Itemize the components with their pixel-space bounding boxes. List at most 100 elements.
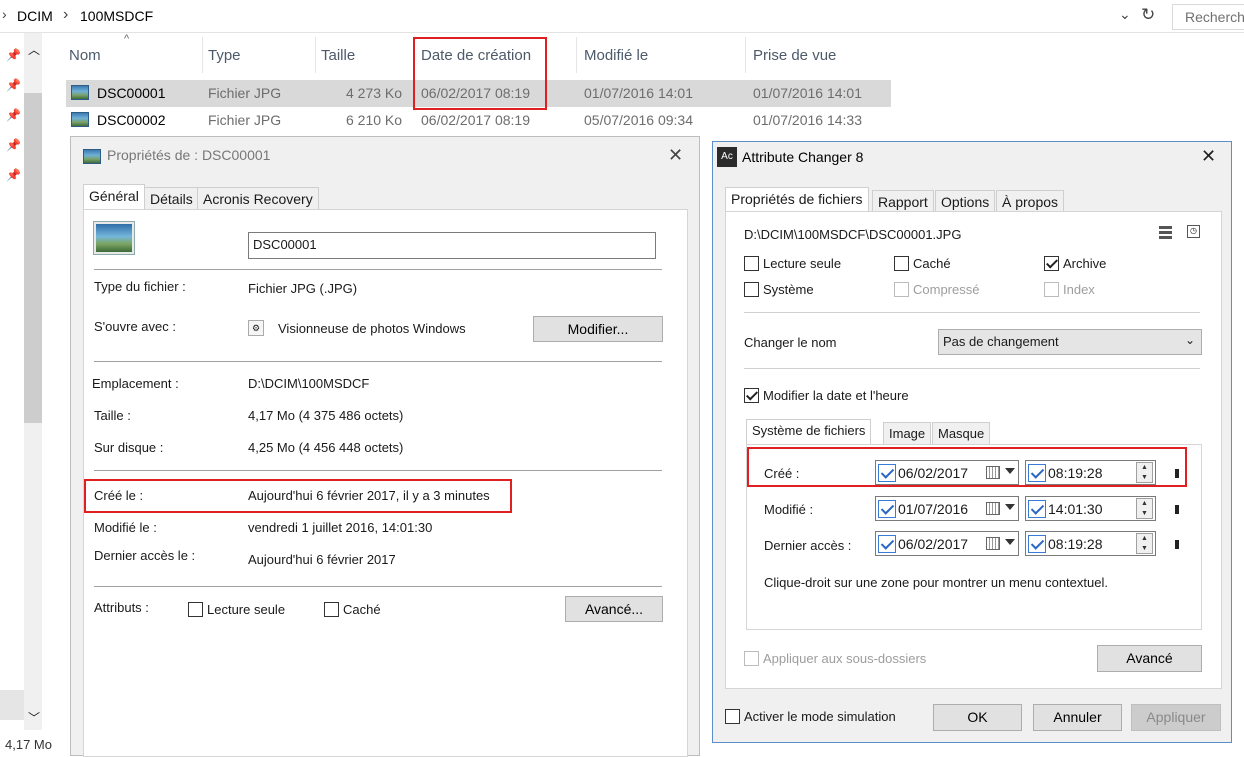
sort-up-icon: ^ — [124, 33, 130, 45]
divider — [94, 361, 662, 362]
window-title: Attribute Changer 8 — [742, 149, 864, 165]
search-input[interactable]: Recherch — [1172, 4, 1244, 30]
checkmark-icon[interactable] — [878, 500, 896, 518]
readonly-checkbox[interactable] — [188, 602, 203, 617]
tab-file-properties[interactable]: Propriétés de fichiers — [725, 187, 869, 212]
column-name[interactable]: Nom — [69, 47, 101, 64]
pin-icon[interactable]: 📌 — [6, 48, 21, 62]
rename-label: Changer le nom — [744, 335, 837, 350]
advanced-button[interactable]: Avancé — [1097, 645, 1202, 672]
column-divider[interactable] — [315, 37, 316, 73]
scroll-down-icon[interactable]: ﹀ — [28, 709, 40, 726]
window-title: Propriétés de : DSC00001 — [107, 147, 271, 163]
apply-subfolders-label: Appliquer aux sous-dossiers — [763, 651, 927, 666]
type-label: Type du fichier : — [94, 279, 186, 294]
access-label: Dernier accès le : — [94, 548, 196, 563]
nav-scrollbar[interactable]: ︿ ﹀ — [24, 33, 42, 730]
tab-general[interactable]: Général — [83, 184, 145, 209]
column-size[interactable]: Taille — [321, 47, 355, 64]
divider — [94, 586, 662, 587]
chevron-right-icon: › — [2, 6, 7, 22]
caret-down-icon[interactable] — [1005, 539, 1015, 545]
pin-icon[interactable]: 📌 — [6, 138, 21, 152]
image-file-large-icon — [94, 222, 134, 254]
column-divider[interactable] — [745, 37, 746, 73]
divider — [744, 368, 1200, 369]
apply-subfolders-checkbox[interactable] — [744, 651, 759, 666]
chevron-down-icon: ⌄ — [1184, 333, 1195, 347]
ok-button[interactable]: OK — [933, 704, 1022, 731]
calendar-icon[interactable] — [986, 537, 1000, 550]
column-modified[interactable]: Modifié le — [584, 47, 648, 64]
hidden-checkbox[interactable] — [324, 602, 339, 617]
simulation-checkbox[interactable] — [725, 709, 740, 724]
access-date-picker[interactable]: 06/02/2017 — [875, 531, 1019, 556]
calendar-icon[interactable] — [986, 502, 1000, 515]
modified-date-picker[interactable]: 01/07/2016 — [875, 496, 1019, 521]
readonly-checkbox[interactable] — [744, 256, 759, 271]
archive-checkbox[interactable] — [1044, 256, 1059, 271]
change-button[interactable]: Modifier... — [533, 316, 663, 342]
properties-window[interactable]: Propriétés de : DSC00001 ✕ Général Détai… — [70, 136, 700, 757]
scroll-up-icon[interactable]: ︿ — [28, 41, 40, 58]
breadcrumb-dcim[interactable]: DCIM — [17, 8, 53, 24]
spinner-icon[interactable]: ▲ ▼ — [1136, 498, 1153, 519]
tab-acronis[interactable]: Acronis Recovery — [197, 187, 319, 209]
tab-report[interactable]: Rapport — [872, 190, 934, 212]
more-icon[interactable] — [1175, 540, 1179, 549]
grid-icon[interactable] — [1159, 226, 1172, 239]
compressed-checkbox[interactable] — [894, 282, 909, 297]
access-date: 06/02/2017 — [898, 536, 969, 552]
table-row[interactable]: DSC00002 Fichier JPG 6 210 Ko 06/02/2017… — [66, 107, 891, 134]
subtab-filesystem[interactable]: Système de fichiers — [746, 419, 872, 444]
column-divider[interactable] — [202, 37, 203, 73]
rename-dropdown[interactable]: Pas de changement ⌄ — [938, 329, 1202, 355]
column-type[interactable]: Type — [208, 47, 241, 64]
file-type: Fichier JPG — [208, 112, 282, 128]
filename-input[interactable]: DSC00001 — [248, 232, 656, 259]
pin-icon[interactable]: 📌 — [6, 108, 21, 122]
checkmark-icon[interactable] — [878, 535, 896, 553]
breadcrumb-100msdcf[interactable]: 100MSDCF — [80, 8, 153, 24]
app-logo-icon: Ac — [717, 147, 737, 167]
clock-icon[interactable]: ◷ — [1187, 225, 1200, 238]
compressed-label: Compressé — [913, 282, 980, 297]
close-icon[interactable]: ✕ — [668, 145, 683, 166]
address-bar[interactable]: › DCIM › 100MSDCF ⌄ ↻ Recherch — [0, 0, 1244, 33]
readonly-label: Lecture seule — [763, 256, 842, 271]
hidden-checkbox[interactable] — [894, 256, 909, 271]
checkmark-icon[interactable] — [1028, 535, 1046, 553]
subtab-mask[interactable]: Masque — [932, 422, 991, 444]
tab-about[interactable]: À propos — [996, 190, 1065, 212]
cancel-button[interactable]: Annuler — [1033, 704, 1122, 731]
close-icon[interactable]: ✕ — [1201, 146, 1216, 167]
column-divider[interactable] — [576, 37, 577, 73]
apply-button[interactable]: Appliquer — [1131, 704, 1221, 731]
column-taken[interactable]: Prise de vue — [753, 47, 836, 64]
highlight-box — [84, 479, 512, 513]
scrollbar-thumb[interactable] — [24, 93, 42, 423]
caret-down-icon[interactable] — [1005, 504, 1015, 510]
chevron-down-icon[interactable]: ⌄ — [1119, 6, 1131, 23]
attribute-changer-window[interactable]: Ac Attribute Changer 8 ✕ Propriétés de f… — [712, 141, 1232, 743]
subtab-image[interactable]: Image — [883, 422, 932, 444]
modify-datetime-checkbox[interactable] — [744, 388, 759, 403]
checkmark-icon[interactable] — [1028, 500, 1046, 518]
modified-time-picker[interactable]: 14:01:30 ▲ ▼ — [1025, 496, 1156, 521]
advanced-button[interactable]: Avancé... — [565, 596, 663, 622]
tab-options[interactable]: Options — [935, 190, 996, 212]
pin-icon[interactable]: 📌 — [6, 168, 21, 182]
refresh-icon[interactable]: ↻ — [1141, 5, 1155, 25]
more-icon[interactable] — [1175, 505, 1179, 514]
spinner-icon[interactable]: ▲ ▼ — [1136, 533, 1153, 554]
tab-details[interactable]: Détails — [144, 187, 199, 209]
location-value: D:\DCIM\100MSDCF — [248, 376, 370, 391]
access-time-picker[interactable]: 08:19:28 ▲ ▼ — [1025, 531, 1156, 556]
system-checkbox[interactable] — [744, 282, 759, 297]
file-name: DSC00002 — [97, 112, 166, 128]
modified-time: 14:01:30 — [1048, 501, 1103, 517]
pin-icon[interactable]: 📌 — [6, 78, 21, 92]
photo-viewer-icon: ⚙ — [248, 320, 264, 336]
nav-selected-item[interactable] — [0, 690, 24, 720]
index-checkbox[interactable] — [1044, 282, 1059, 297]
